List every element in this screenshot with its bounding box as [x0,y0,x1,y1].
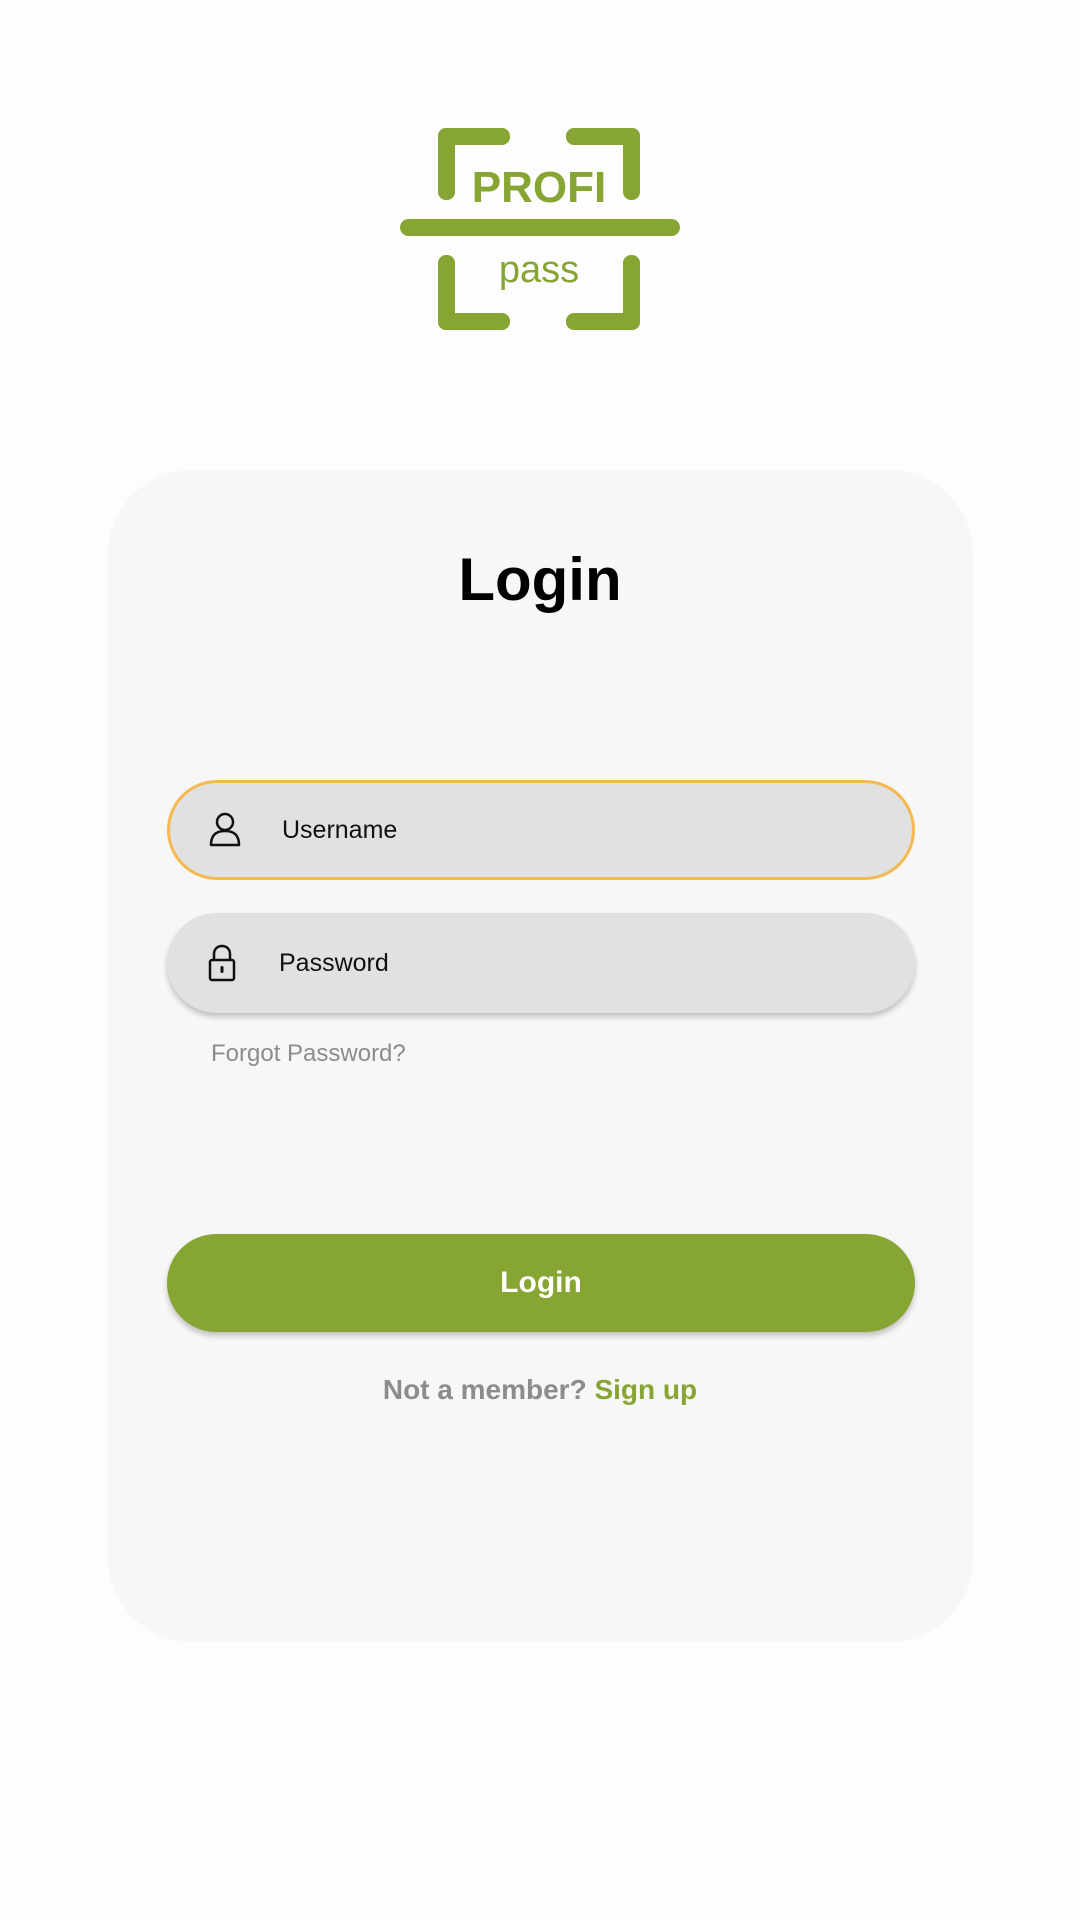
signup-prompt: Not a member? [382,1374,595,1405]
page-title: Login [458,546,622,613]
login-button[interactable]: Login [167,1234,915,1332]
user-icon [206,810,244,850]
username-field[interactable] [167,780,915,880]
signup-row: Not a member? Sign up [0,1370,1080,1410]
signup-link[interactable]: Sign up [594,1374,697,1405]
logo-top-text: PROFI [472,163,606,212]
lock-icon [203,943,241,983]
username-input[interactable] [282,783,882,877]
forgot-password-link[interactable]: Forgot Password? [211,1037,406,1071]
password-input[interactable] [279,913,879,1013]
profi-pass-logo: PROFI pass [400,122,680,332]
logo-bottom-text: pass [499,249,579,291]
password-field[interactable] [167,913,915,1013]
